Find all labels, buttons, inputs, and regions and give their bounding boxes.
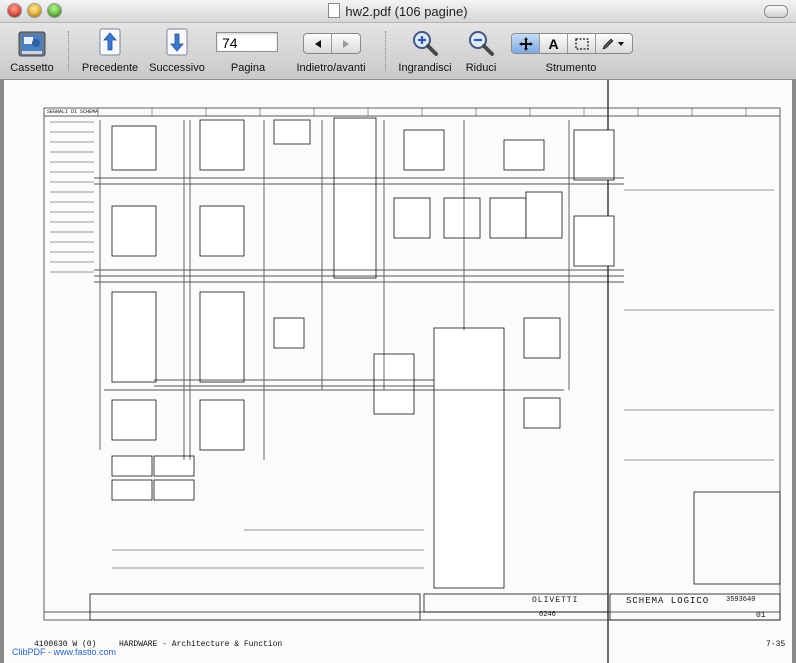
preview-window: hw2.pdf (106 pagine) Cassetto Precedente (0, 0, 796, 663)
tool-label: Strumento (545, 62, 597, 74)
window-title-text: hw2.pdf (106 pagine) (345, 4, 468, 19)
up-arrow-icon (99, 28, 121, 56)
next-page-button[interactable]: Successivo (145, 23, 209, 79)
toolbar-toggle-button[interactable] (764, 5, 788, 18)
back-forward-label: Indietro/avanti (296, 62, 366, 74)
toolbar-separator (68, 31, 69, 71)
previous-page-button[interactable]: Precedente (78, 23, 142, 79)
company-name: OLIVETTI (532, 596, 579, 605)
toolbar: Cassetto Precedente Successivo 74 Pagina (0, 23, 796, 80)
document-view[interactable]: SEGNALI DI SCHEMA OLIVETTI SCHEMA LOGICO… (0, 80, 796, 663)
window-title: hw2.pdf (106 pagine) (0, 3, 796, 19)
page-control: Pagina (212, 23, 284, 79)
title-bar[interactable]: hw2.pdf (106 pagine) (0, 0, 796, 23)
zoom-out-button[interactable]: Riduci (449, 23, 513, 79)
sheet-code: 0246 (539, 611, 556, 619)
zoom-in-label: Ingrandisci (398, 62, 452, 74)
magnifier-plus-icon (413, 31, 438, 56)
page-label: Pagina (230, 62, 266, 74)
logic-schematic-image (43, 80, 781, 663)
tool-group: Strumento (511, 23, 631, 79)
drawer-icon (18, 31, 46, 57)
next-label: Successivo (149, 62, 205, 74)
pdf-document-icon (328, 3, 341, 18)
previous-label: Precedente (81, 62, 139, 74)
down-arrow-icon (166, 28, 188, 56)
watermark: ClibPDF - www.fastio.com (12, 647, 117, 657)
footer-right: 7-35 (766, 640, 786, 649)
footer-center: HARDWARE - Architecture & Function (119, 640, 283, 649)
drawer-button[interactable]: Cassetto (0, 23, 64, 79)
pdf-page: SEGNALI DI SCHEMA OLIVETTI SCHEMA LOGICO… (4, 80, 792, 663)
sheet-number: 01 (756, 611, 766, 620)
top-left-label: SEGNALI DI SCHEMA (47, 109, 99, 115)
toolbar-separator (385, 31, 386, 71)
magnifier-minus-icon (469, 31, 494, 56)
back-forward-group: Indietro/avanti (286, 23, 376, 79)
schema-title: SCHEMA LOGICO (626, 596, 710, 606)
zoom-out-label: Riduci (465, 62, 497, 74)
zoom-in-button[interactable]: Ingrandisci (393, 23, 457, 79)
drawer-label: Cassetto (10, 62, 54, 74)
drawing-number: 3593640 (726, 596, 756, 604)
